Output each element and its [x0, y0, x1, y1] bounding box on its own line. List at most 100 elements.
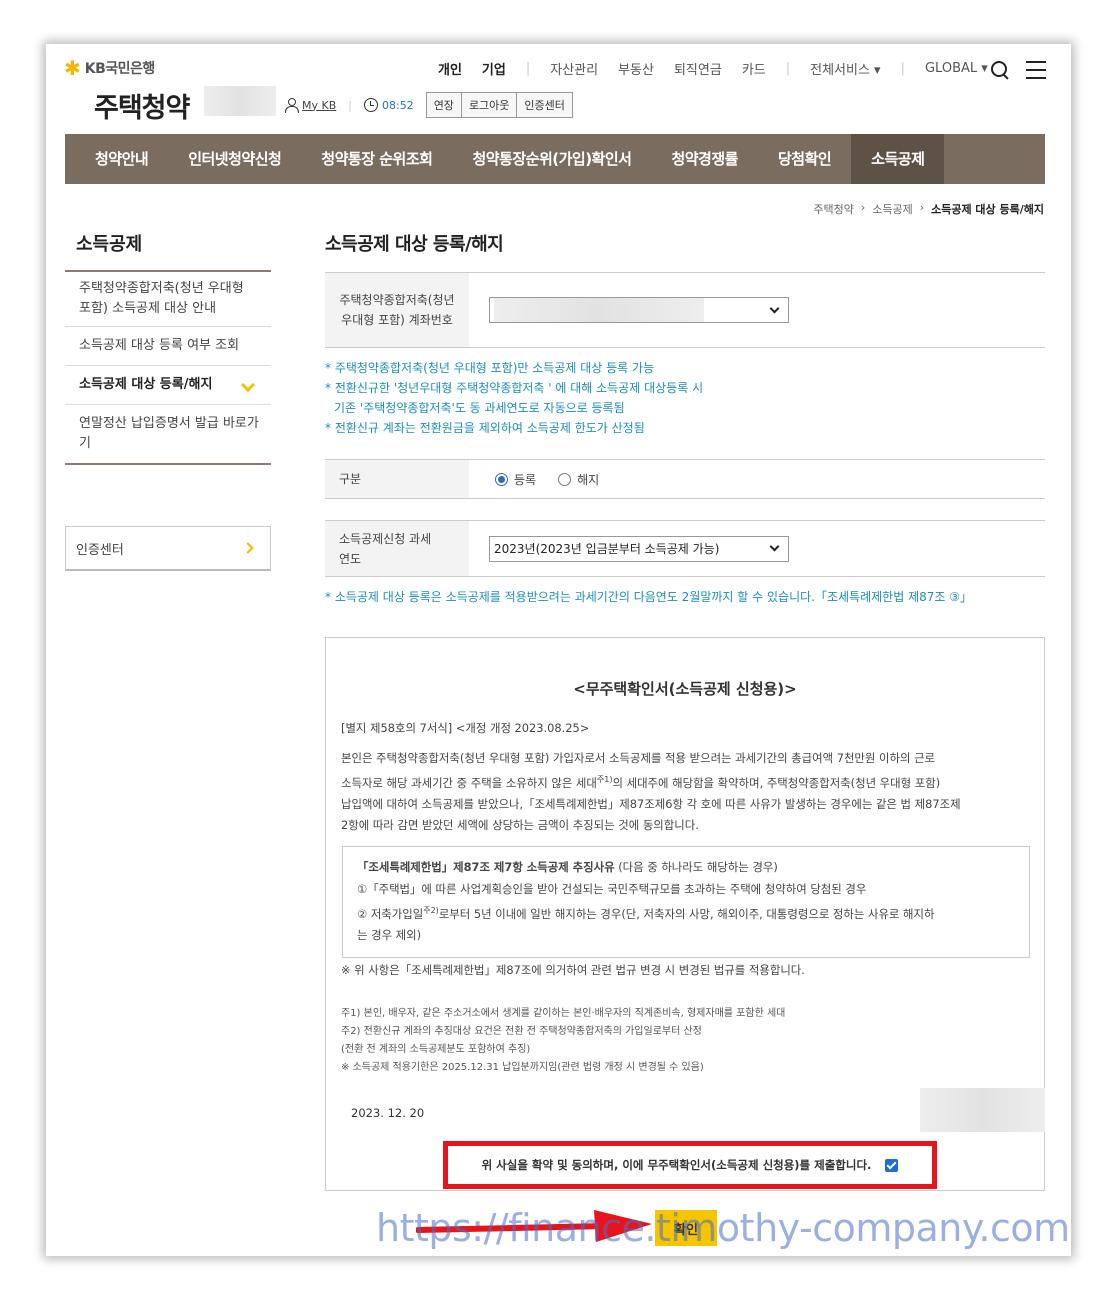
divider: | [900, 61, 905, 76]
radio-cancel-label: 해지 [577, 472, 600, 487]
doc-body-line: 납입액에 대하여 소득공제를 받았으나,「조세특례제한법」제87조제6항 각 호… [341, 796, 961, 811]
note-line: * 전환신규 계좌는 전환원금을 제외하여 소득공제 한도가 산정됨 [325, 421, 645, 435]
footnote: 주2) 전환신규 계좌의 추징대상 요건은 전환 전 주택청약종합저축의 가입일… [341, 1026, 702, 1037]
box-item-text: ② 저축가입일 [357, 906, 424, 921]
type-value: 등록 해지 [469, 460, 1045, 498]
agree-checkbox[interactable] [885, 1158, 899, 1172]
doc-body-line: 소득자로 해당 과세기간 중 주택을 소유하지 않은 세대주1)의 세대주에 해… [341, 769, 1031, 794]
divider: | [348, 98, 352, 112]
chevron-down-icon [769, 303, 780, 313]
sidebar-title: 소득공제 [76, 234, 143, 255]
sidebar-item-label: 소득공제 대상 등록/해지 [79, 377, 213, 392]
site-title[interactable]: 주택청약 [94, 86, 190, 125]
footnotes: 주1) 본인, 배우자, 같은 주소거소에서 생계를 같이하는 본인·배우자의 … [341, 1005, 1031, 1077]
breadcrumb-item[interactable]: 주택청약 [813, 201, 853, 217]
clawback-reasons-box: 「조세특례제한법」제87조 제7항 소득공제 추징사유 (다음 중 하나라도 해… [342, 846, 1030, 958]
sidebar-item-register-cancel[interactable]: 소득공제 대상 등록/해지 [65, 366, 271, 405]
note-line: * 주택청약종합저축(청년 우대형 포함)만 소득공제 대상 등록 가능 [325, 361, 655, 375]
top-nav-pension[interactable]: 퇴직연금 [674, 59, 722, 78]
box-item-text: 로부터 5년 이내에 일반 해지하는 경우(단, 저축자의 사망, 해외이주, … [438, 906, 935, 921]
year-select[interactable]: 2023년(2023년 입금분부터 소득공제 가능) [489, 535, 789, 562]
radio-cancel[interactable] [558, 472, 572, 486]
note-bottom: * 소득공제 대상 등록은 소득공제를 적용받으려는 과세기간의 다음연도 2월… [325, 590, 972, 604]
sidebar-cert-label: 인증센터 [76, 543, 124, 558]
browser-frame: ✱ KB국민은행 주택청약 개인 기업 | 자산관리 부동산 퇴직연금 카드 |… [46, 44, 1071, 1256]
no-house-confirmation-doc: <무주택확인서(소득공제 신청용)> [별지 제58호의 7서식] <개정 개정… [325, 637, 1045, 1191]
doc-body: 본인은 주택청약종합저축(청년 우대형 포함) 가입자로서 소득공제를 적용 받… [341, 748, 1031, 836]
top-nav-business[interactable]: 기업 [482, 59, 506, 78]
breadcrumb-sep: › [860, 201, 866, 214]
main-nav: 청약안내 인터넷청약신청 청약통장 순위조회 청약통장순위(가입)확인서 청약경… [65, 134, 1045, 184]
person-icon [284, 98, 299, 113]
nav-internet-subscription[interactable]: 인터넷청약신청 [168, 134, 301, 184]
sidebar-cert-center[interactable]: 인증센터 [65, 526, 271, 571]
footnote: 주1) 본인, 배우자, 같은 주소거소에서 생계를 같이하는 본인·배우자의 … [341, 1008, 786, 1019]
session-timer: 08:52 [363, 98, 414, 112]
redacted-name [920, 1088, 1045, 1132]
search-icon[interactable] [990, 60, 1010, 80]
logout-button[interactable]: 로그아웃 [460, 92, 518, 118]
nav-rank-certificate[interactable]: 청약통장순위(가입)확인서 [452, 134, 651, 184]
account-label: 주택청약종합저축(청년 우대형 포함) 계좌번호 [325, 273, 469, 347]
kb-logo[interactable]: ✱ KB국민은행 [64, 58, 155, 78]
box-title-rest: (다음 중 하나라도 해당하는 경우) [614, 860, 778, 874]
header-icons [990, 60, 1046, 80]
top-nav-personal[interactable]: 개인 [438, 59, 462, 78]
footnote-ref: 주2) [423, 906, 439, 915]
doc-date: 2023. 12. 20 [351, 1106, 425, 1120]
top-nav-asset[interactable]: 자산관리 [550, 59, 598, 78]
nav-rank-inquiry[interactable]: 청약통장 순위조회 [301, 134, 452, 184]
agree-row: 위 사실을 확약 및 동의하며, 이에 무주택확인서(소득공제 신청용)를 제출… [443, 1141, 937, 1189]
chevron-down-icon [769, 541, 780, 552]
agree-text: 위 사실을 확약 및 동의하며, 이에 무주택확인서(소득공제 신청용)를 제출… [481, 1158, 872, 1172]
nav-income-deduction[interactable]: 소득공제 [851, 134, 945, 184]
divider: | [525, 61, 531, 76]
redacted-account [494, 298, 704, 322]
breadcrumb: 주택청약 › 소득공제 › 소득공제 대상 등록/해지 [813, 201, 1044, 217]
footnote-ref: 주1) [596, 775, 613, 784]
cert-center-button[interactable]: 인증센터 [516, 92, 573, 118]
watermark: https://finance.timothy-company.com [376, 1206, 1070, 1250]
chevron-down-icon [240, 377, 256, 393]
account-value [469, 273, 1045, 347]
box-item: ①「주택법」에 따른 사업계획승인을 받아 건설되는 국민주택규모를 초과하는 … [357, 881, 867, 896]
logo-text: KB국민은행 [84, 61, 156, 77]
top-nav-card[interactable]: 카드 [742, 59, 766, 78]
sidebar-item-payment-certificate[interactable]: 연말정산 납입증명서 발급 바로가기 [65, 405, 271, 463]
box-title: 「조세특례제한법」제87조 제7항 소득공제 추징사유 (다음 중 하나라도 해… [357, 857, 1015, 879]
sidebar-item-deduction-guide[interactable]: 주택청약종합저축(청년 우대형 포함) 소득공제 대상 안내 [65, 272, 271, 327]
top-nav-all-services[interactable]: 전체서비스 ▾ [810, 59, 880, 78]
top-nav-global[interactable]: GLOBAL ▾ [925, 61, 988, 76]
radio-register[interactable] [495, 472, 508, 486]
type-row: 구분 등록 해지 [325, 459, 1045, 499]
my-kb-link[interactable]: My KB [284, 98, 337, 113]
top-nav-realestate[interactable]: 부동산 [618, 59, 654, 78]
my-kb-label: My KB [302, 98, 337, 112]
sidebar-menu: 주택청약종합저축(청년 우대형 포함) 소득공제 대상 안내 소득공제 대상 등… [65, 270, 271, 465]
nav-competition-rate[interactable]: 청약경쟁률 [651, 134, 758, 184]
year-selected-value: 2023년(2023년 입금분부터 소득공제 가능) [494, 542, 720, 556]
account-select[interactable] [489, 297, 789, 323]
session-time: 08:52 [381, 98, 414, 112]
nav-subscription-guide[interactable]: 청약안내 [65, 134, 168, 184]
year-value: 2023년(2023년 입금분부터 소득공제 가능) [469, 521, 1045, 576]
extend-button[interactable]: 연장 [425, 92, 462, 118]
sidebar-item-registration-inquiry[interactable]: 소득공제 대상 등록 여부 조회 [65, 327, 271, 366]
breadcrumb-item[interactable]: 소득공제 [872, 201, 912, 217]
law-note: ※ 위 사항은「조세특례제한법」제87조에 의거하여 관련 법규 변경 시 변경… [341, 963, 805, 977]
breadcrumb-sep: › [919, 201, 925, 214]
type-label: 구분 [325, 460, 469, 498]
breadcrumb-current: 소득공제 대상 등록/해지 [931, 203, 1044, 216]
top-nav: 개인 기업 | 자산관리 부동산 퇴직연금 카드 | 전체서비스 ▾ | GLO… [438, 59, 1008, 78]
account-row: 주택청약종합저축(청년 우대형 포함) 계좌번호 [325, 272, 1045, 348]
nav-winning-check[interactable]: 당첨확인 [758, 134, 851, 184]
doc-body-line: 2항에 따라 감면 받았던 세액에 상당하는 금액이 추징되는 것에 동의합니다… [341, 817, 699, 832]
footnote: (전환 전 계좌의 소득공제분도 포함하여 추징) [341, 1044, 531, 1055]
doc-form-ref: [별지 제58호의 7서식] <개정 개정 2023.08.25> [341, 721, 590, 735]
year-label: 소득공제신청 과세연도 [325, 521, 469, 576]
year-row: 소득공제신청 과세연도 2023년(2023년 입금분부터 소득공제 가능) [325, 520, 1045, 577]
menu-icon[interactable] [1026, 61, 1046, 79]
chevron-right-icon [242, 542, 254, 554]
doc-body-line: 본인은 주택청약종합저축(청년 우대형 포함) 가입자로서 소득공제를 적용 받… [341, 751, 936, 765]
note-line: 기존 '주택청약종합저축'도 동 과세연도로 자동으로 등록됨 [334, 401, 625, 415]
